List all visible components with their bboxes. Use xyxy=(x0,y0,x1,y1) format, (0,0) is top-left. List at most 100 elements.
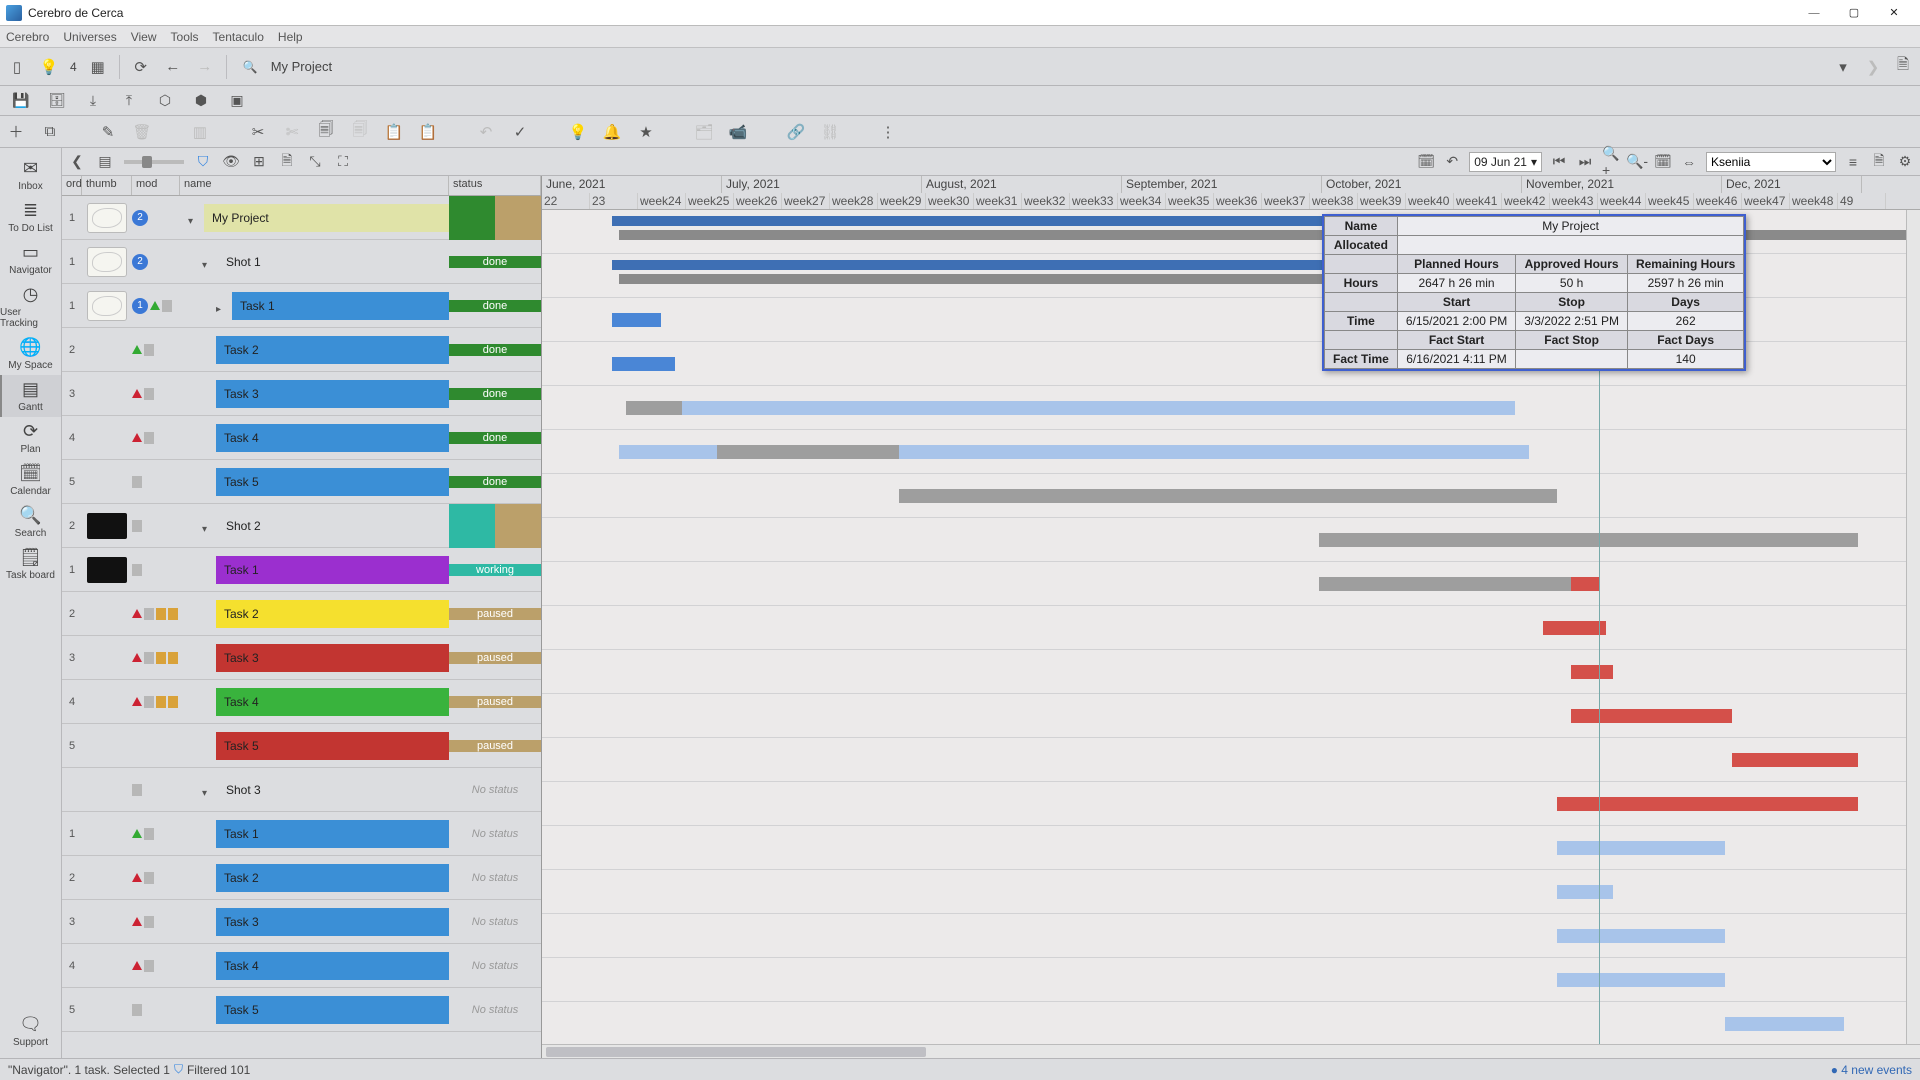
stack-icon[interactable]: 🗂 xyxy=(694,122,714,142)
task-name[interactable]: Task 3 xyxy=(216,380,449,408)
col-status[interactable]: status xyxy=(449,176,541,195)
table-row[interactable]: 4 Task 4 No status xyxy=(62,944,541,988)
save-icon[interactable]: 💾 xyxy=(12,92,30,110)
dropdown-icon[interactable]: ▾ xyxy=(1832,56,1854,78)
export2-icon[interactable]: 🗎 xyxy=(1870,153,1888,171)
gantt-bar[interactable] xyxy=(1571,665,1613,679)
search-input[interactable] xyxy=(271,59,1816,74)
menu-view[interactable]: View xyxy=(131,30,157,44)
bulb-icon[interactable]: 💡 xyxy=(568,122,588,142)
view-icon[interactable]: ▤ xyxy=(96,153,114,171)
menu-tentaculo[interactable]: Tentaculo xyxy=(213,30,264,44)
menu-tools[interactable]: Tools xyxy=(171,30,199,44)
cal2-icon[interactable]: 🗓 xyxy=(1654,153,1672,171)
gantt-row[interactable] xyxy=(542,606,1920,650)
gantt-h-scrollbar[interactable] xyxy=(542,1044,1920,1058)
gantt-bar[interactable] xyxy=(626,401,682,415)
col-ord[interactable]: ord xyxy=(62,176,82,195)
task-name[interactable]: Task 5 xyxy=(216,732,449,760)
sidebar-item-search[interactable]: 🔍Search xyxy=(0,501,61,543)
sidebar-item-my-space[interactable]: 🌐My Space xyxy=(0,333,61,375)
task-name[interactable]: Task 5 xyxy=(216,468,449,496)
add-icon[interactable]: ＋ xyxy=(6,122,26,142)
table-row[interactable]: 1 Task 1 working xyxy=(62,548,541,592)
cut-icon[interactable]: ✂ xyxy=(248,122,268,142)
task-name[interactable]: Task 4 xyxy=(216,424,449,452)
date-selector[interactable]: 09 Jun 21▾ xyxy=(1469,152,1542,172)
forward-icon[interactable]: → xyxy=(194,56,216,78)
hex1-icon[interactable]: ⬡ xyxy=(156,92,174,110)
gantt-chart[interactable]: June, 2021July, 2021August, 2021Septembe… xyxy=(542,176,1920,1058)
gantt-bar[interactable] xyxy=(1557,973,1725,987)
gantt-bar[interactable] xyxy=(899,489,1557,503)
table-row[interactable]: 1 2 Shot 1 done xyxy=(62,240,541,284)
table-row[interactable]: 2 Task 2 No status xyxy=(62,856,541,900)
gantt-row[interactable] xyxy=(542,562,1920,606)
gantt-bar[interactable] xyxy=(1543,621,1606,635)
table-row[interactable]: 5 Task 5 done xyxy=(62,460,541,504)
sidebar-item-navigator[interactable]: ▭Navigator xyxy=(0,238,61,280)
expand-icon[interactable]: ⛶ xyxy=(334,153,352,171)
table-row[interactable]: 1 2 My Project xyxy=(62,196,541,240)
table-row[interactable]: Shot 3 No status xyxy=(62,768,541,812)
paste2-icon[interactable]: 📋 xyxy=(418,122,438,142)
table-row[interactable]: 2 Task 2 paused xyxy=(62,592,541,636)
task-name[interactable]: Task 5 xyxy=(216,996,449,1024)
table-row[interactable]: 1 1 Task 1 done xyxy=(62,284,541,328)
next-icon[interactable]: ❯ xyxy=(1862,56,1884,78)
fit-icon[interactable]: ⇔ xyxy=(1680,153,1698,171)
gantt-row[interactable] xyxy=(542,914,1920,958)
camera-icon[interactable]: 📹 xyxy=(728,122,748,142)
filter-icon[interactable]: ⛉ xyxy=(194,153,212,171)
gantt-row[interactable] xyxy=(542,782,1920,826)
undo-icon[interactable]: ↶ xyxy=(476,122,496,142)
table-row[interactable]: 4 Task 4 paused xyxy=(62,680,541,724)
minimize-button[interactable]: — xyxy=(1794,2,1834,24)
gantt-row[interactable] xyxy=(542,958,1920,1002)
delete-icon[interactable]: 🗑 xyxy=(132,122,152,142)
task-name[interactable]: Task 1 xyxy=(232,292,449,320)
table-row[interactable]: 3 Task 3 done xyxy=(62,372,541,416)
page-icon[interactable]: 🗎 xyxy=(1892,56,1914,78)
list-icon[interactable]: ≡ xyxy=(1844,153,1862,171)
sidebar-item-inbox[interactable]: ✉Inbox xyxy=(0,154,61,196)
task-name[interactable]: Task 4 xyxy=(216,688,449,716)
zoom-in-icon[interactable]: 🔍+ xyxy=(1602,153,1620,171)
col-thumb[interactable]: thumb xyxy=(82,176,132,195)
task-name[interactable]: Task 3 xyxy=(216,908,449,936)
sidebar-item-task-board[interactable]: 🗒Task board xyxy=(0,543,61,585)
save-as-icon[interactable]: 🗄 xyxy=(48,92,66,110)
table-row[interactable]: 2 Task 2 done xyxy=(62,328,541,372)
copy2-icon[interactable]: 🗐 xyxy=(350,122,370,142)
gantt-bar[interactable] xyxy=(1557,885,1613,899)
gantt-bar[interactable] xyxy=(1571,709,1732,723)
link-icon[interactable]: 🔗 xyxy=(786,122,806,142)
menu-help[interactable]: Help xyxy=(278,30,303,44)
gear-icon[interactable]: ⚙ xyxy=(1896,153,1914,171)
task-name[interactable]: My Project xyxy=(204,204,449,232)
edit-icon[interactable]: ✎ xyxy=(98,122,118,142)
gantt-bar[interactable] xyxy=(626,401,1515,415)
table-row[interactable]: 3 Task 3 No status xyxy=(62,900,541,944)
import-icon[interactable]: ⤒ xyxy=(120,92,138,110)
gantt-row[interactable] xyxy=(542,1002,1920,1046)
next2-icon[interactable]: ⏭ xyxy=(1576,153,1594,171)
user-selector[interactable]: Kseniia xyxy=(1706,152,1836,172)
task-name[interactable]: Task 2 xyxy=(216,864,449,892)
zoom-out-icon[interactable]: 🔍- xyxy=(1628,153,1646,171)
sidebar-item-user-tracking[interactable]: ◷User Tracking xyxy=(0,280,61,333)
gantt-bar[interactable] xyxy=(1557,929,1725,943)
tree-toggle-icon[interactable] xyxy=(188,213,198,223)
sidebar-item-to-do-list[interactable]: ≣To Do List xyxy=(0,196,61,238)
menu-universes[interactable]: Universes xyxy=(63,30,116,44)
undo2-icon[interactable]: ↶ xyxy=(1443,153,1461,171)
panel-icon[interactable]: ▯ xyxy=(6,56,28,78)
gantt-bar[interactable] xyxy=(612,313,661,327)
table-row[interactable]: 2 Shot 2 xyxy=(62,504,541,548)
gantt-row[interactable] xyxy=(542,694,1920,738)
task-name[interactable]: Task 1 xyxy=(216,556,449,584)
gantt-row[interactable] xyxy=(542,870,1920,914)
collapse-icon[interactable]: ⤡ xyxy=(306,153,324,171)
copy-icon[interactable]: 🗐 xyxy=(316,122,336,142)
task-name[interactable]: Task 1 xyxy=(216,820,449,848)
